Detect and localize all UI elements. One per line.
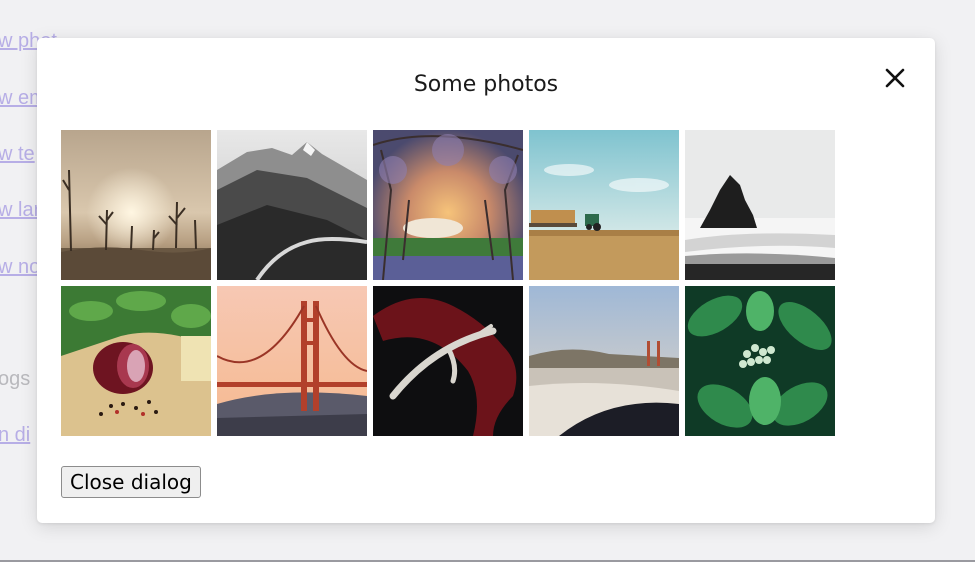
photo-green-plant-buds[interactable] [685, 286, 835, 436]
background-link-3[interactable]: w te [0, 143, 35, 166]
photo-grid [61, 130, 835, 436]
photo-red-ribbon-antler[interactable] [373, 286, 523, 436]
close-icon[interactable] [880, 63, 910, 93]
close-dialog-button[interactable]: Close dialog [61, 466, 201, 498]
photo-beach-golden-gate[interactable] [529, 286, 679, 436]
photo-dialog: Some photos Close dialog [37, 38, 935, 523]
photo-bw-mountain-road[interactable] [217, 130, 367, 280]
background-link-5[interactable]: w no [0, 256, 40, 279]
photo-sea-stack-black-beach[interactable] [685, 130, 835, 280]
background-link-4[interactable]: w lar [0, 199, 40, 222]
photo-cherry-blossom-tunnel[interactable] [373, 130, 523, 280]
photo-tractor-hay-field[interactable] [529, 130, 679, 280]
page: w phot w em w te w lar w no ogs n di Som… [0, 0, 975, 562]
dialog-title: Some photos [413, 72, 559, 97]
photo-golden-gate-sunset[interactable] [217, 286, 367, 436]
photo-red-onion-spices[interactable] [61, 286, 211, 436]
background-link-6[interactable]: n di [0, 424, 30, 447]
background-text: ogs [0, 368, 31, 390]
photo-foggy-dead-trees[interactable] [61, 130, 211, 280]
